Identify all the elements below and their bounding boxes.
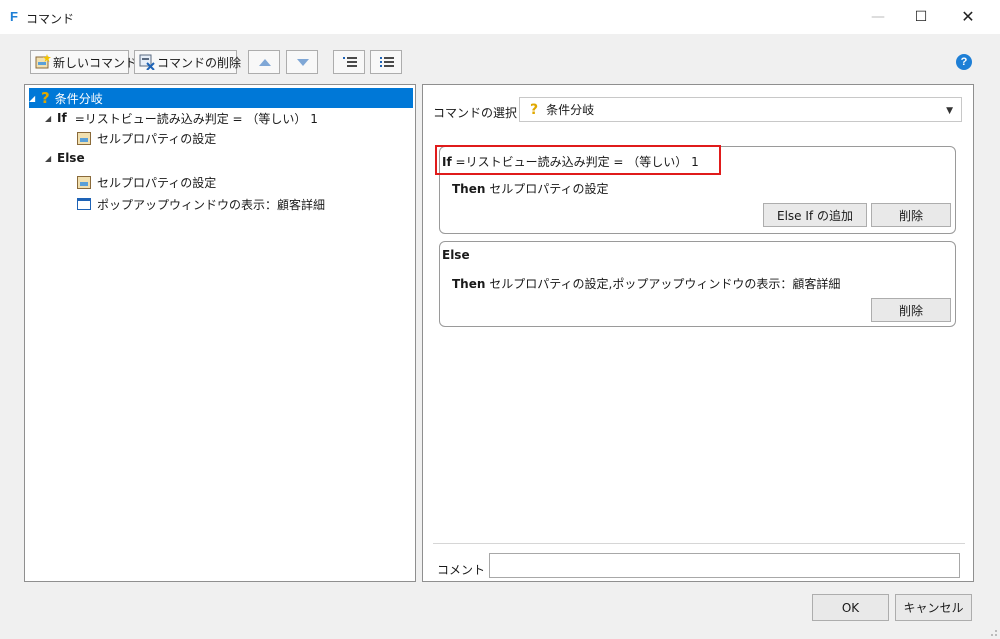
delete-if-button[interactable]: 削除 [871, 203, 951, 227]
tree-root-label: 条件分岐 [54, 91, 103, 106]
indent-button[interactable] [333, 50, 365, 74]
indent-icon [343, 57, 357, 67]
else-then-text: セルプロパティの設定,ポップアップウィンドウの表示：顧客詳細 [489, 277, 841, 291]
tree-item-else-child-2[interactable]: ポップアップウィンドウの表示：顧客詳細 [77, 194, 325, 214]
app-logo: F [10, 9, 18, 24]
add-else-if-button[interactable]: Else If の追加 [763, 203, 867, 227]
else-keyword: Else [57, 151, 85, 165]
if-condition: =リストビュー読み込み判定 = （等しい） 1 [74, 111, 318, 126]
minimize-button[interactable]: — [855, 0, 901, 34]
command-select-label: コマンドの選択： [433, 106, 530, 120]
ok-button[interactable]: OK [812, 594, 889, 621]
tree-item-label: セルプロパティの設定 [97, 131, 217, 146]
if-then-text: セルプロパティの設定 [489, 182, 609, 196]
divider [433, 543, 965, 544]
new-command-icon [35, 54, 51, 70]
close-button[interactable]: ✕ [945, 0, 991, 34]
command-tree[interactable]: ◢ ? 条件分岐 ◢ If =リストビュー読み込み判定 = （等しい） 1 セル… [24, 84, 416, 582]
if-then-line: Then セルプロパティの設定 [452, 180, 609, 197]
command-editor: コマンドの選択： ? 条件分岐 ▼ If =リストビュー読み込み判定 = （等し… [422, 84, 974, 582]
arrow-up-icon [259, 59, 271, 66]
else-then-line: Then セルプロパティの設定,ポップアップウィンドウの表示：顧客詳細 [452, 275, 840, 292]
tree-item-label: ポップアップウィンドウの表示：顧客詳細 [97, 197, 326, 212]
new-command-label: 新しいコマンド [53, 55, 138, 70]
question-icon: ? [41, 89, 50, 107]
arrow-down-icon [297, 59, 309, 66]
window-title: コマンド [26, 12, 75, 26]
else-branch-box[interactable]: Else Then セルプロパティの設定,ポップアップウィンドウの表示：顧客詳細… [439, 241, 956, 327]
dropdown-arrow-icon: ▼ [946, 106, 953, 116]
resize-grip-icon[interactable] [988, 627, 998, 637]
tree-item-else-child-1[interactable]: セルプロパティの設定 [77, 172, 216, 192]
popup-window-icon [77, 198, 91, 210]
command-select[interactable]: ? 条件分岐 ▼ [519, 97, 962, 122]
highlight-box [435, 145, 721, 175]
tree-item-else[interactable]: ◢ Else [45, 148, 93, 168]
help-icon[interactable]: ? [956, 54, 972, 70]
move-up-button[interactable] [248, 50, 280, 74]
delete-else-button[interactable]: 削除 [871, 298, 951, 322]
tree-item-root[interactable]: ◢ ? 条件分岐 [29, 88, 413, 108]
outdent-button[interactable] [370, 50, 402, 74]
tree-item-if-child[interactable]: セルプロパティの設定 [77, 128, 216, 148]
cell-property-icon [77, 175, 91, 189]
comment-input[interactable] [489, 553, 960, 578]
delete-command-label: コマンドの削除 [157, 55, 242, 70]
list-icon [380, 57, 394, 67]
collapse-triangle-icon: ◢ [45, 113, 52, 123]
maximize-button[interactable]: ☐ [898, 0, 944, 34]
tree-item-label: セルプロパティの設定 [97, 175, 217, 190]
new-command-button[interactable]: 新しいコマンド [30, 50, 137, 74]
command-select-value: 条件分岐 [546, 103, 595, 117]
delete-command-icon [139, 54, 155, 71]
cancel-button[interactable]: キャンセル [895, 594, 972, 621]
question-icon: ? [530, 101, 539, 118]
else-branch-header: Else [442, 248, 470, 262]
then-keyword: Then [452, 182, 486, 196]
then-keyword: Then [452, 277, 486, 291]
move-down-button[interactable] [286, 50, 318, 74]
comment-label: コメント [437, 563, 486, 577]
collapse-triangle-icon: ◢ [29, 93, 36, 103]
if-keyword: If [57, 111, 67, 125]
delete-command-button[interactable]: コマンドの削除 [134, 50, 241, 74]
collapse-triangle-icon: ◢ [45, 153, 52, 163]
cell-property-icon [77, 131, 91, 145]
tree-item-if[interactable]: ◢ If =リストビュー読み込み判定 = （等しい） 1 [45, 108, 318, 128]
title-bar: F コマンド — ☐ ✕ [0, 0, 1000, 34]
